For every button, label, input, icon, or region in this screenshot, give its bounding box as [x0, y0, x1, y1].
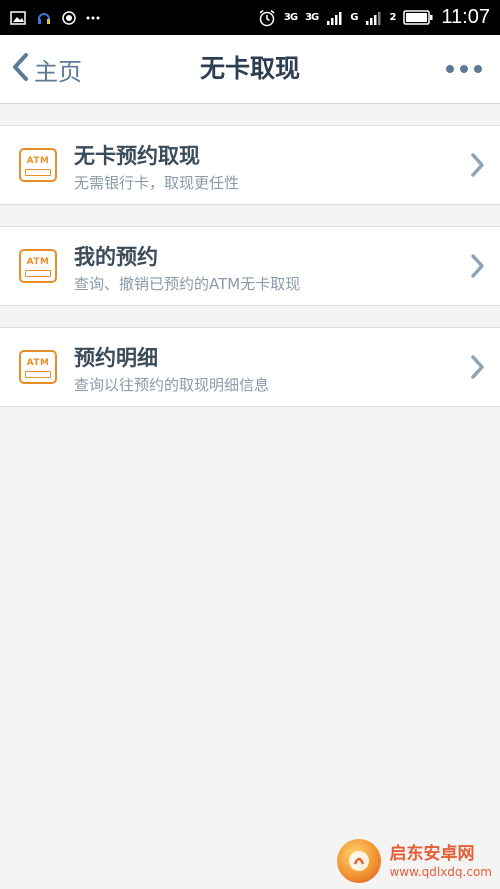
list-item-cardless-withdrawal[interactable]: ATM 无卡预约取现 无需银行卡，取现更任性: [0, 125, 500, 205]
network-type-1: 3G: [283, 12, 298, 23]
watermark-url: www.qdlxdq.com: [389, 865, 492, 879]
item-subtitle: 查询以往预约的取现明细信息: [74, 376, 270, 394]
atm-icon: ATM: [19, 148, 57, 182]
sim-slot-label: 2: [389, 12, 396, 23]
watermark-text: 启东安卓网 www.qdlxdq.com: [389, 843, 492, 879]
watermark-name: 启东安卓网: [389, 844, 475, 864]
atm-icon-text: ATM: [26, 358, 50, 368]
headset-lock-icon: [36, 10, 52, 26]
list-item-my-reservations[interactable]: ATM 我的预约 查询、撤销已预约的ATM无卡取现: [0, 226, 500, 306]
atm-icon: ATM: [19, 249, 57, 283]
nav-bar: 主页 无卡取现: [0, 35, 500, 104]
chevron-right-icon: [470, 354, 486, 384]
atm-icon-text: ATM: [26, 257, 50, 267]
more-dots-icon: [86, 16, 100, 20]
item-subtitle: 查询、撤销已预约的ATM无卡取现: [74, 275, 301, 293]
more-dots-icon: [446, 65, 454, 73]
record-icon: [62, 10, 76, 25]
atm-slot: [25, 371, 51, 378]
signal-icon-2: [365, 11, 381, 25]
back-label: 主页: [34, 57, 82, 86]
item-subtitle: 无需银行卡，取现更任性: [74, 174, 240, 192]
status-left-icons: [0, 10, 100, 26]
more-options-button[interactable]: [440, 53, 488, 85]
network-type-3: G: [350, 12, 358, 23]
chevron-left-icon: [10, 52, 30, 86]
network-type-2: 3G: [305, 12, 319, 23]
image-icon: [10, 10, 26, 25]
signal-icon-1: [326, 11, 342, 25]
chevron-right-icon: [470, 253, 486, 283]
status-right-icons: 3G 3G G 2 11:07: [258, 6, 500, 29]
clock: 11:07: [441, 6, 490, 28]
back-button[interactable]: 主页: [10, 47, 82, 91]
more-dot: [460, 65, 468, 73]
more-dot: [474, 65, 482, 73]
item-title: 无卡预约取现: [74, 144, 200, 168]
alarm-icon: [258, 9, 276, 27]
watermark: 启东安卓网 www.qdlxdq.com: [337, 839, 492, 883]
atm-icon: ATM: [19, 350, 57, 384]
list-item-reservation-details[interactable]: ATM 预约明细 查询以往预约的取现明细信息: [0, 327, 500, 407]
status-bar: 3G 3G G 2 11:07: [0, 0, 500, 35]
watermark-logo-icon: [337, 839, 382, 883]
atm-slot: [25, 270, 51, 277]
item-title: 预约明细: [74, 346, 158, 370]
item-title: 我的预约: [74, 245, 158, 269]
chevron-right-icon: [470, 152, 486, 182]
battery-icon: [403, 10, 433, 25]
atm-icon-text: ATM: [26, 156, 50, 166]
atm-slot: [25, 169, 51, 176]
